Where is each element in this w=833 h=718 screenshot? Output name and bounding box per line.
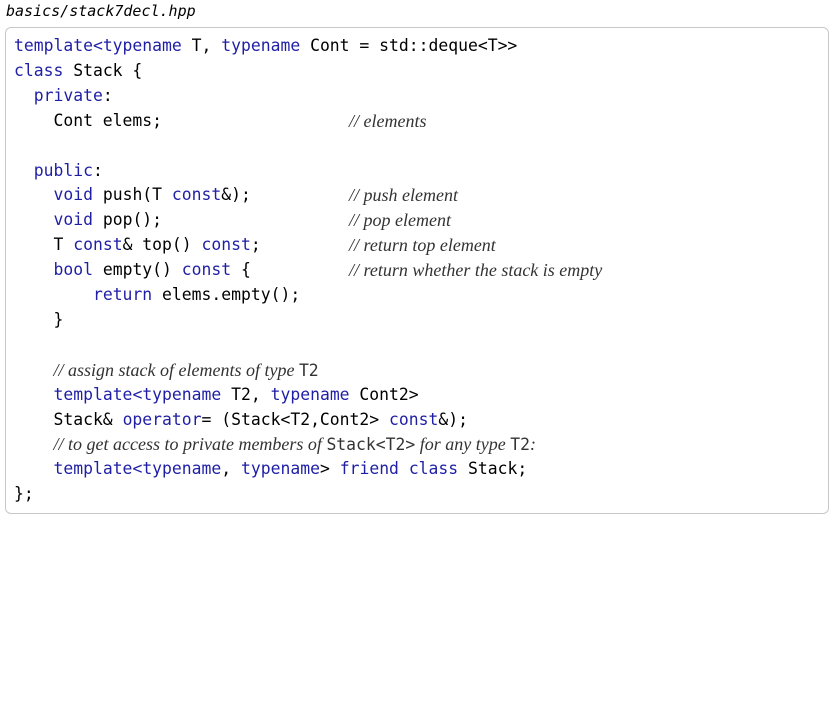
code-text: push(T (92, 185, 172, 205)
keyword: private (33, 85, 103, 105)
keyword: typename (102, 36, 182, 55)
code-comment: // return whether the stack is empty (349, 260, 603, 281)
code-text: Stack& (14, 409, 123, 429)
code-line-4: Cont elems; // elements (14, 109, 814, 134)
comment-text: // to get access to private members of (53, 434, 327, 455)
keyword: const (201, 235, 251, 255)
keyword: const (181, 260, 232, 280)
code-line-3: private: (14, 84, 113, 109)
code-line-9: T const& top() const; // return top eleme… (14, 233, 814, 258)
code-text: T2, (221, 384, 271, 404)
code-line-18: template<typename, typename> friend clas… (14, 457, 527, 482)
code-line-12: } (14, 308, 63, 333)
keyword: bool (53, 260, 93, 280)
code-text: , (221, 459, 242, 479)
code-line-6: public: (14, 159, 103, 184)
comment-text: : (529, 434, 536, 455)
keyword: template (53, 384, 133, 404)
code-text: Cont2> (349, 384, 419, 404)
comment-text: // assign stack of elements of type (53, 359, 299, 380)
code-text: = (Stack<T2,Cont2> (201, 409, 390, 429)
comment-code: T2 (298, 360, 319, 380)
keyword: typename (221, 36, 301, 55)
code-text: T (14, 235, 74, 255)
code-text: Stack; (458, 459, 528, 479)
code-line-11: return elems.empty(); (14, 283, 300, 308)
code-comment: // to get access to private members of S… (53, 434, 536, 454)
keyword: const (171, 185, 222, 205)
code-line-2: class Stack { (14, 59, 142, 84)
code-text: : (102, 85, 113, 105)
code-comment: // push element (349, 185, 458, 206)
keyword: template< (14, 36, 103, 55)
code-comment: // assign stack of elements of type T2 (53, 360, 318, 380)
keyword: typename (270, 384, 350, 404)
keyword: template (53, 459, 133, 479)
keyword: < (132, 459, 143, 479)
code-line-10: bool empty() const { // return whether th… (14, 258, 814, 283)
comment-text: for any type (415, 434, 511, 455)
keyword: class (408, 459, 459, 479)
comment-code: Stack<T2> (326, 435, 416, 455)
keyword: < (132, 384, 143, 404)
code-text: Stack { (63, 60, 143, 80)
keyword: typename (142, 384, 222, 404)
keyword: void (53, 210, 93, 230)
code-text: Cont = std::deque<T>> (300, 36, 518, 55)
code-text: : (92, 160, 103, 180)
code-text: &); (438, 409, 468, 429)
code-line-17: // to get access to private members of S… (14, 432, 536, 457)
file-name: basics/stack7decl.hpp (6, 2, 196, 20)
code-text: { (231, 260, 251, 280)
code-line-19: }; (14, 482, 34, 507)
code-text: Cont elems; (14, 110, 163, 130)
keyword: friend (339, 459, 399, 479)
keyword: const (73, 235, 123, 255)
code-line-7: void push(T const&); // push element (14, 183, 814, 208)
keyword: typename (142, 459, 222, 479)
code-comment: // return top element (349, 235, 496, 256)
code-line-15: template<typename T2, typename Cont2> (14, 383, 419, 408)
code-line-8: void pop(); // pop element (14, 208, 814, 233)
code-text: T, (181, 36, 222, 55)
code-text: & top() (122, 235, 202, 255)
code-comment: // elements (349, 110, 427, 131)
code-text: &); (221, 185, 251, 205)
code-text: } (14, 309, 64, 329)
code-text: empty() (92, 260, 182, 280)
comment-code: T2 (510, 435, 530, 455)
code-comment: // pop element (349, 210, 451, 231)
code-text: pop(); (92, 210, 163, 230)
keyword: class (14, 60, 64, 80)
keyword: operator (122, 409, 202, 429)
keyword: void (53, 185, 93, 205)
code-listing: template<typename T, typename Cont = std… (14, 34, 602, 718)
code-line-1: template<typename T, typename Cont = std… (14, 34, 517, 59)
keyword: return (92, 285, 153, 304)
keyword: const (389, 409, 439, 429)
code-line-16: Stack& operator= (Stack<T2,Cont2> const&… (14, 408, 468, 433)
code-text: ; (250, 235, 261, 255)
keyword: public (33, 160, 93, 180)
keyword: typename (241, 459, 320, 479)
code-text: > (319, 459, 340, 479)
code-line-14: // assign stack of elements of type T2 (14, 358, 318, 383)
code-text: }; (14, 484, 34, 504)
code-text: elems.empty(); (152, 285, 301, 304)
